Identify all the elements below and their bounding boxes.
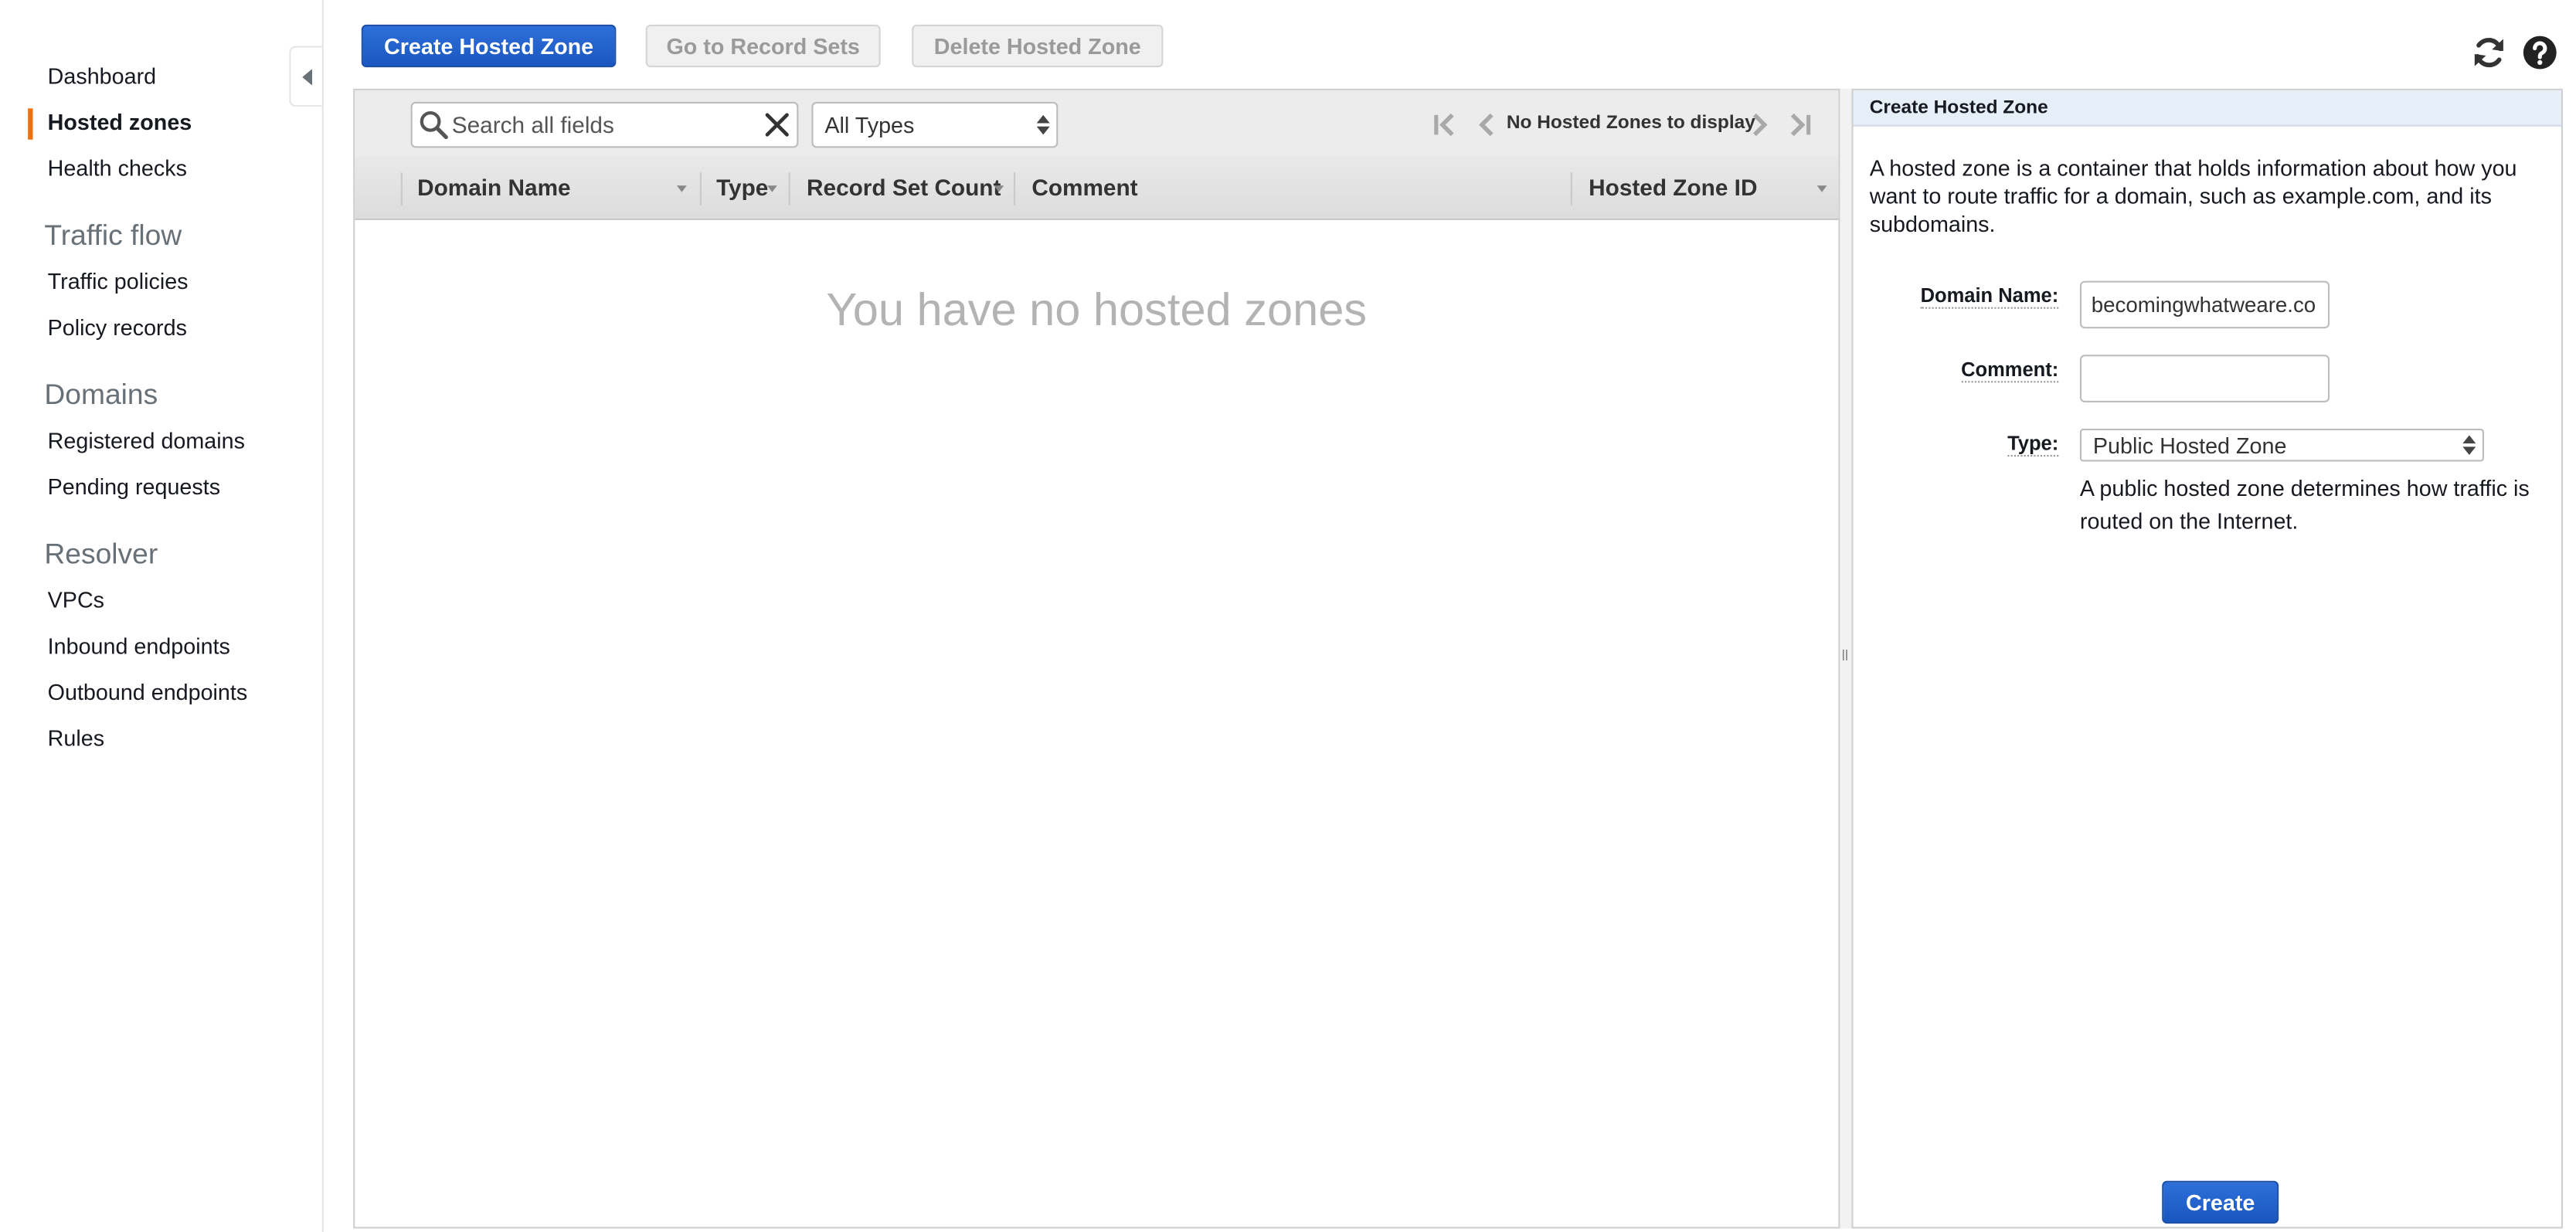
sidebar-item-registered-domains[interactable]: Registered domains	[48, 429, 245, 453]
column-divider	[400, 172, 403, 205]
panel-header: Create Hosted Zone	[1853, 90, 2561, 127]
hosted-zones-table-panel: All Types No Hosted Zones to display	[353, 88, 1840, 1229]
sort-arrow-icon	[994, 185, 1004, 192]
pane-splitter[interactable]: ll	[1840, 88, 1852, 1229]
zone-type-value: Public Hosted Zone	[2092, 433, 2287, 459]
search-icon	[420, 110, 448, 140]
panel-description: A hosted zone is a container that holds …	[1869, 155, 2517, 237]
sidebar: Dashboard Hosted zones Health checks Tra…	[0, 0, 324, 1232]
domain-name-input[interactable]	[2079, 280, 2330, 329]
refresh-icon[interactable]	[2471, 35, 2507, 71]
type-filter-select[interactable]: All Types	[811, 101, 1059, 148]
column-header-hosted-zone-id[interactable]: Hosted Zone ID	[1589, 174, 1757, 200]
domain-name-label-text: Domain Name:	[1920, 283, 2059, 309]
sidebar-item-inbound-endpoints[interactable]: Inbound endpoints	[48, 634, 230, 659]
zone-type-hint: A public hosted zone determines how traf…	[2079, 476, 2530, 533]
sidebar-item-rules[interactable]: Rules	[48, 726, 104, 751]
delete-hosted-zone-button[interactable]: Delete Hosted Zone	[912, 24, 1164, 68]
column-divider	[1013, 172, 1016, 205]
sidebar-item-outbound-endpoints[interactable]: Outbound endpoints	[48, 680, 248, 704]
column-divider	[699, 172, 702, 205]
sidebar-item-vpcs[interactable]: VPCs	[48, 588, 104, 613]
help-icon[interactable]	[2522, 35, 2558, 71]
comment-input[interactable]	[2079, 355, 2330, 402]
clear-search-icon[interactable]	[764, 112, 790, 138]
create-button[interactable]: Create	[2162, 1180, 2279, 1224]
column-header-record-set-count[interactable]: Record Set Count	[807, 174, 1001, 200]
search-input[interactable]	[451, 108, 748, 141]
active-indicator	[28, 108, 33, 140]
select-arrows-icon	[2462, 435, 2476, 455]
create-hosted-zone-panel: Create Hosted Zone A hosted zone is a co…	[1851, 88, 2564, 1229]
sidebar-section-traffic-flow: Traffic flow	[44, 218, 182, 252]
pager-status: No Hosted Zones to display	[1506, 113, 1755, 134]
column-header-domain-name[interactable]: Domain Name	[417, 174, 571, 200]
comment-label: Comment:	[1864, 358, 2059, 383]
column-header-type[interactable]: Type	[716, 174, 768, 200]
sidebar-section-resolver: Resolver	[44, 537, 158, 570]
type-filter-value: All Types	[824, 113, 915, 138]
sidebar-item-health-checks[interactable]: Health checks	[48, 156, 187, 181]
create-hosted-zone-button[interactable]: Create Hosted Zone	[361, 24, 617, 68]
sort-arrow-icon	[766, 185, 777, 192]
sort-arrow-icon	[677, 185, 687, 192]
splitter-grip-icon: ll	[1841, 647, 1849, 664]
column-header-comment[interactable]: Comment	[1031, 174, 1137, 200]
domain-name-label: Domain Name:	[1864, 283, 2059, 309]
previous-page-icon[interactable]	[1477, 112, 1497, 138]
column-divider	[788, 172, 790, 205]
first-page-icon[interactable]	[1431, 112, 1457, 138]
sort-arrow-icon	[1816, 185, 1827, 192]
zone-type-select[interactable]: Public Hosted Zone	[2079, 428, 2484, 462]
type-label: Type:	[1864, 432, 2059, 457]
sidebar-collapse-button[interactable]	[289, 46, 322, 107]
type-label-text: Type:	[2007, 432, 2059, 457]
collapse-left-icon	[302, 69, 312, 86]
comment-label-text: Comment:	[1961, 358, 2059, 383]
search-box[interactable]	[410, 101, 799, 148]
next-page-icon[interactable]	[1750, 112, 1770, 138]
sidebar-item-policy-records[interactable]: Policy records	[48, 315, 187, 340]
sidebar-item-dashboard[interactable]: Dashboard	[48, 64, 156, 89]
filter-bar: All Types No Hosted Zones to display	[355, 90, 1839, 158]
last-page-icon[interactable]	[1787, 112, 1813, 138]
panel-title: Create Hosted Zone	[1869, 98, 2048, 119]
select-arrows-icon	[1036, 114, 1050, 135]
table-header-row: Domain Name Type Record Set Count Commen…	[355, 155, 1839, 220]
sidebar-item-traffic-policies[interactable]: Traffic policies	[48, 270, 189, 294]
go-to-record-sets-button[interactable]: Go to Record Sets	[645, 24, 881, 68]
column-divider	[1570, 172, 1572, 205]
sidebar-item-hosted-zones[interactable]: Hosted zones	[48, 110, 192, 134]
sidebar-section-domains: Domains	[44, 378, 158, 411]
empty-table-message: You have no hosted zones	[826, 283, 1368, 335]
sidebar-item-pending-requests[interactable]: Pending requests	[48, 475, 220, 500]
